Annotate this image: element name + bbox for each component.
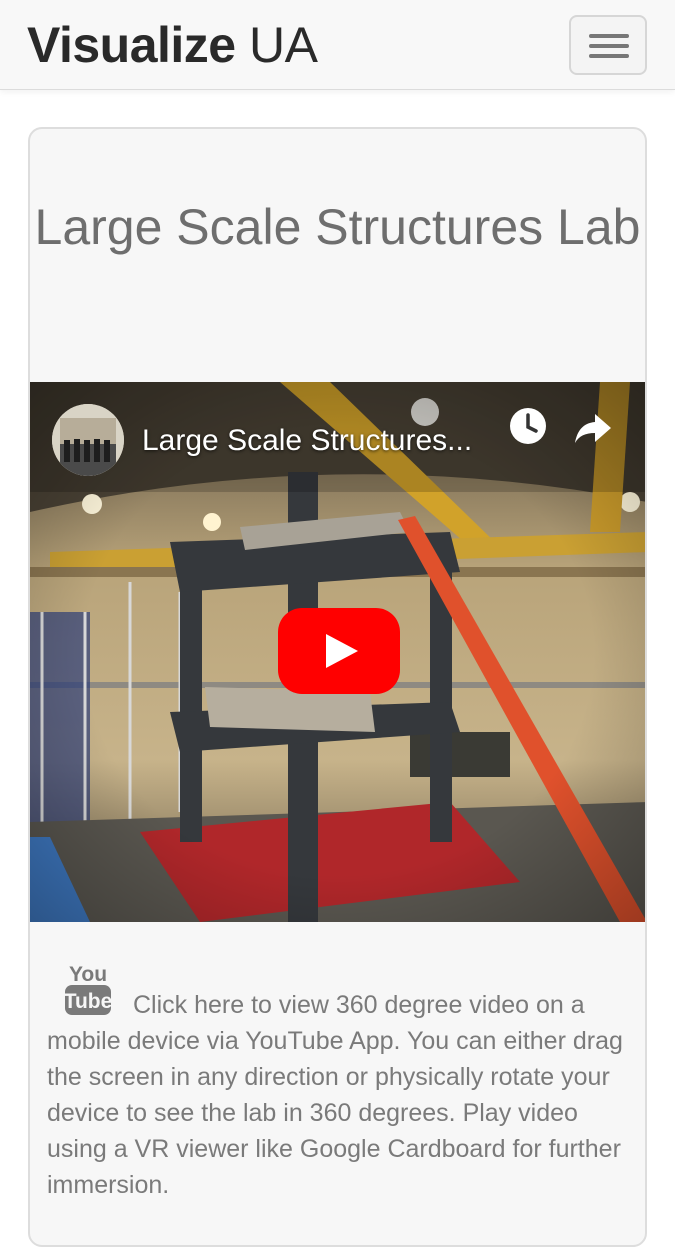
hamburger-menu-icon bbox=[589, 34, 629, 38]
card-title: Large Scale Structures Lab bbox=[34, 199, 641, 255]
youtube-logo-line1: You bbox=[69, 963, 107, 986]
clock-icon[interactable] bbox=[508, 406, 548, 446]
youtube-logo-graphic: You Tube bbox=[64, 963, 112, 1015]
brand-name-light: UA bbox=[249, 17, 318, 73]
share-arrow-icon[interactable] bbox=[573, 408, 613, 448]
hamburger-bar bbox=[589, 54, 629, 58]
youtube-play-icon[interactable] bbox=[278, 608, 400, 694]
lab-card: Large Scale Structures Lab Large Scale S… bbox=[28, 127, 647, 1247]
youtube-logo-icon[interactable]: You Tube bbox=[64, 959, 112, 1017]
description-text[interactable]: Click here to view 360 degree video on a… bbox=[47, 991, 623, 1199]
brand-name-bold: Visualize bbox=[27, 17, 236, 73]
channel-avatar[interactable] bbox=[52, 404, 124, 476]
brand-link[interactable]: Visualize UA bbox=[27, 14, 318, 76]
description: You Tube Click here to view 360 degree v… bbox=[47, 961, 632, 1203]
navbar: Visualize UA bbox=[0, 0, 675, 90]
hamburger-bar bbox=[589, 44, 629, 48]
menu-toggle-button[interactable] bbox=[569, 15, 647, 75]
youtube-logo-line2: Tube bbox=[65, 990, 111, 1013]
video-title[interactable]: Large Scale Structures... bbox=[142, 422, 502, 460]
video-player[interactable]: Large Scale Structures... bbox=[30, 382, 645, 922]
channel-avatar-image bbox=[52, 404, 124, 476]
